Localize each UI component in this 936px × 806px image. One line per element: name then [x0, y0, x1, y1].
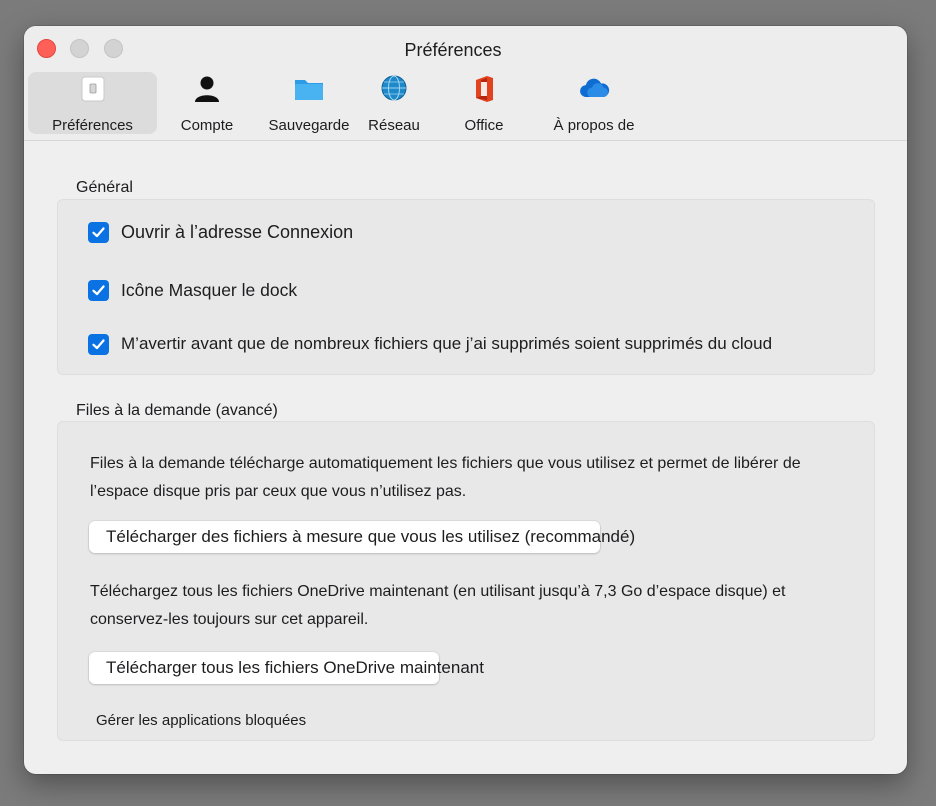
- open-at-login-checkbox[interactable]: [88, 221, 109, 243]
- description-line: l’espace disque pris par ceux que vous n…: [90, 483, 467, 500]
- open-at-login-option[interactable]: Ouvrir à l’adresse Connexion: [88, 220, 353, 244]
- hide-dock-icon-label: Icône Masquer le dock: [121, 279, 298, 300]
- tab-backup[interactable]: Sauvegarde: [259, 72, 359, 134]
- office-icon: [467, 72, 501, 106]
- hide-dock-icon-checkbox[interactable]: [88, 279, 109, 301]
- download-on-use-button[interactable]: Télécharger des fichiers à mesure que vo…: [89, 521, 635, 553]
- tab-label: Préférences: [52, 117, 133, 134]
- tab-network[interactable]: Réseau: [352, 72, 436, 134]
- download-all-description: Téléchargez tous les fichiers OneDrive m…: [90, 578, 785, 634]
- hide-dock-icon-option[interactable]: Icône Masquer le dock: [88, 278, 297, 302]
- general-section-title: Général: [76, 179, 133, 196]
- warn-before-delete-checkbox[interactable]: [88, 333, 109, 355]
- manage-blocked-apps-link[interactable]: Gérer les applications bloquées: [96, 712, 306, 729]
- checkmark-icon: [92, 284, 105, 295]
- files-on-demand-description: Files à la demande télécharge automatiqu…: [90, 450, 801, 506]
- tab-preferences[interactable]: Préférences: [28, 72, 157, 134]
- checkmark-icon: [92, 226, 105, 237]
- toolbar: Préférences Préférences Compte Sauvegard…: [24, 26, 907, 141]
- cloud-icon: [577, 72, 611, 106]
- tab-label: Sauvegarde: [268, 117, 350, 134]
- switch-icon: [76, 72, 110, 106]
- tab-label: Office: [464, 117, 504, 134]
- checkmark-icon: [92, 338, 105, 349]
- tab-label: À propos de: [553, 117, 635, 134]
- warn-before-delete-label: M’avertir avant que de nombreux fichiers…: [121, 334, 773, 353]
- description-line: conservez-les toujours sur cet appareil.: [90, 611, 369, 628]
- preferences-window: Préférences Préférences Compte Sauvegard…: [24, 26, 907, 774]
- files-on-demand-section-title: Files à la demande (avancé): [76, 402, 278, 419]
- tab-about[interactable]: À propos de: [532, 72, 656, 134]
- tab-label: Réseau: [368, 117, 420, 134]
- person-icon: [190, 72, 224, 106]
- window-title: Préférences: [404, 40, 502, 60]
- tab-label: Compte: [180, 117, 234, 134]
- tab-account[interactable]: Compte: [162, 72, 252, 134]
- warn-before-delete-option[interactable]: M’avertir avant que de nombreux fichiers…: [88, 332, 772, 356]
- description-line: Files à la demande télécharge automatiqu…: [90, 455, 801, 472]
- download-all-button[interactable]: Télécharger tous les fichiers OneDrive m…: [89, 652, 484, 684]
- globe-icon: [377, 72, 411, 106]
- open-at-login-label: Ouvrir à l’adresse Connexion: [121, 221, 354, 242]
- description-line: Téléchargez tous les fichiers OneDrive m…: [90, 583, 786, 600]
- folder-icon: [292, 72, 326, 106]
- tab-office[interactable]: Office: [443, 72, 525, 134]
